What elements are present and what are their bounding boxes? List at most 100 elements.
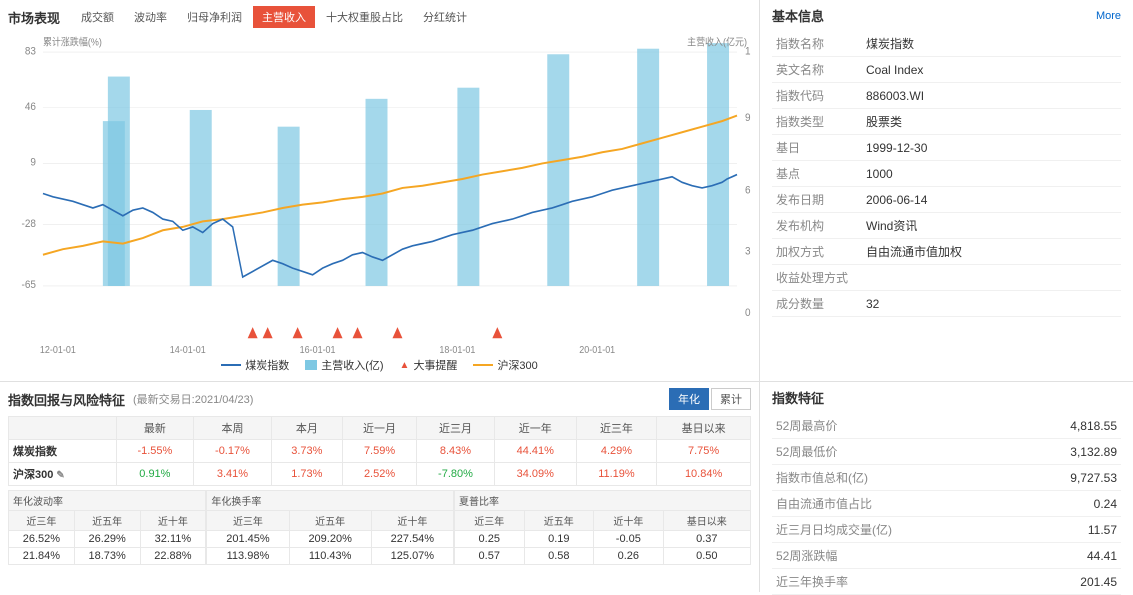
svg-text:12-01-01: 12-01-01 xyxy=(40,344,76,355)
more-link[interactable]: More xyxy=(1096,10,1121,22)
info-row-en: 英文名称 Coal Index xyxy=(772,57,1121,83)
hs300-1m: 2.52% xyxy=(342,463,416,486)
turnover-title: 年化换手率 xyxy=(207,491,454,511)
tab-fenhong[interactable]: 分红统计 xyxy=(414,6,476,28)
sharpe-coal-5y: 0.19 xyxy=(524,531,594,548)
svg-text:0: 0 xyxy=(745,307,751,320)
turn-coal-10y: 227.54% xyxy=(371,531,453,548)
sharpe-hs300-10y: 0.26 xyxy=(594,548,664,565)
hs300-since: 10.84% xyxy=(657,463,751,486)
turn-coal-5y: 209.20% xyxy=(289,531,371,548)
info-value-weight: 自由流通市值加权 xyxy=(862,239,1121,265)
sharpe-coal-10y: -0.05 xyxy=(594,531,664,548)
chart-svg: 83 46 9 -28 -65 12k 9k 6k 3k 0 xyxy=(8,32,751,355)
turn-th-5y: 近五年 xyxy=(289,511,371,531)
svg-text:83: 83 xyxy=(25,45,36,58)
tab-shida[interactable]: 十大权重股占比 xyxy=(317,6,412,28)
market-panel: 市场表现 成交额 波动率 归母净利润 主营收入 十大权重股占比 分红统计 83 … xyxy=(0,0,760,381)
market-header: 市场表现 成交额 波动率 归母净利润 主营收入 十大权重股占比 分红统计 xyxy=(8,6,751,28)
coal-latest: -1.55% xyxy=(116,440,194,463)
features-panel: 指数特征 52周最高价 4,818.55 52周最低价 3,132.89 指数市… xyxy=(760,382,1133,592)
info-row-publisher: 发布机构 Wind资讯 xyxy=(772,213,1121,239)
info-row-name: 指数名称 煤炭指数 xyxy=(772,31,1121,57)
returns-header-row: 最新 本周 本月 近一月 近三月 近一年 近三年 基日以来 xyxy=(9,417,751,440)
feat-row-low: 52周最低价 3,132.89 xyxy=(772,439,1121,465)
toggle-cumulative[interactable]: 累计 xyxy=(711,388,751,410)
th-1y: 近一年 xyxy=(494,417,576,440)
volatility-table: 年化波动率 近三年 近五年 近十年 26.52% 26.29% 32.11% xyxy=(8,490,206,565)
coal-since: 7.75% xyxy=(657,440,751,463)
legend-coal-line xyxy=(221,364,241,366)
feat-value-mktcap: 9,727.53 xyxy=(912,465,1121,491)
feat-label-low: 52周最低价 xyxy=(772,439,912,465)
info-value-pubdate: 2006-06-14 xyxy=(862,187,1121,213)
info-value-basedate: 1999-12-30 xyxy=(862,135,1121,161)
chart-area: 83 46 9 -28 -65 12k 9k 6k 3k 0 xyxy=(8,32,751,355)
tab-bodonglv[interactable]: 波动率 xyxy=(125,6,176,28)
features-table: 52周最高价 4,818.55 52周最低价 3,132.89 指数市值总和(亿… xyxy=(772,413,1121,595)
th-since: 基日以来 xyxy=(657,417,751,440)
coal-1m: 7.59% xyxy=(342,440,416,463)
volatility-title: 年化波动率 xyxy=(9,491,206,511)
feat-row-free: 自由流通市值占比 0.24 xyxy=(772,491,1121,517)
info-label-return: 收益处理方式 xyxy=(772,265,862,291)
vol-th-3y: 近三年 xyxy=(9,511,75,531)
feat-value-low: 3,132.89 xyxy=(912,439,1121,465)
hs300-latest: 0.91% xyxy=(116,463,194,486)
feat-value-vol3m: 11.57 xyxy=(912,517,1121,543)
info-row-code: 指数代码 886003.WI xyxy=(772,83,1121,109)
info-label-code: 指数代码 xyxy=(772,83,862,109)
svg-text:3k: 3k xyxy=(745,245,751,258)
info-label-en: 英文名称 xyxy=(772,57,862,83)
hs300-label: 沪深300 ✎ xyxy=(9,463,117,486)
hs300-3m: -7.80% xyxy=(417,463,495,486)
returns-row-coal: 煤炭指数 -1.55% -0.17% 3.73% 7.59% 8.43% 44.… xyxy=(9,440,751,463)
th-index xyxy=(9,417,117,440)
info-title: 基本信息 xyxy=(772,6,824,25)
feat-label-high: 52周最高价 xyxy=(772,413,912,439)
info-value-en: Coal Index xyxy=(862,57,1121,83)
svg-text:9k: 9k xyxy=(745,112,751,125)
sharpe-hs300-since: 0.50 xyxy=(663,548,750,565)
info-row-type: 指数类型 股票类 xyxy=(772,109,1121,135)
legend-coal: 煤炭指数 xyxy=(221,357,289,373)
tab-zhuyingshouru[interactable]: 主营收入 xyxy=(253,6,315,28)
sharpe-th-3y: 近三年 xyxy=(455,511,525,531)
toggle-annualized[interactable]: 年化 xyxy=(669,388,709,410)
info-panel: 基本信息 More 指数名称 煤炭指数 英文名称 Coal Index 指数代码… xyxy=(760,0,1133,381)
feat-label-turn3y: 近三年换手率 xyxy=(772,569,912,595)
edit-icon[interactable]: ✎ xyxy=(56,470,64,481)
bottom-row: 指数回报与风险特征 (最新交易日:2021/04/23) 年化 累计 最新 本周… xyxy=(0,382,1133,592)
sharpe-coal-since: 0.37 xyxy=(663,531,750,548)
hs300-1y: 34.09% xyxy=(494,463,576,486)
sharpe-title: 夏普比率 xyxy=(455,491,751,511)
svg-text:-28: -28 xyxy=(22,217,37,230)
coal-month: 3.73% xyxy=(271,440,342,463)
feat-value-free: 0.24 xyxy=(912,491,1121,517)
svg-text:46: 46 xyxy=(25,100,36,113)
coal-3y: 4.29% xyxy=(576,440,656,463)
sharpe-row-hs300: 0.57 0.58 0.26 0.50 xyxy=(455,548,751,565)
legend-revenue-label: 主营收入(亿) xyxy=(321,357,383,373)
feat-row-vol3m: 近三月日均成交量(亿) 11.57 xyxy=(772,517,1121,543)
sharpe-th-since: 基日以来 xyxy=(663,511,750,531)
coal-label: 煤炭指数 xyxy=(9,440,117,463)
sharpe-table: 夏普比率 近三年 近五年 近十年 基日以来 0.25 0.19 xyxy=(454,490,751,565)
legend-coal-label: 煤炭指数 xyxy=(245,357,289,373)
info-label-basepoint: 基点 xyxy=(772,161,862,187)
sharpe-hs300-5y: 0.58 xyxy=(524,548,594,565)
info-header: 基本信息 More xyxy=(772,6,1121,25)
legend-hs300-label: 沪深300 xyxy=(497,357,537,373)
th-latest: 最新 xyxy=(116,417,194,440)
feat-row-mktcap: 指数市值总和(亿) 9,727.53 xyxy=(772,465,1121,491)
turnover-table: 年化换手率 近三年 近五年 近十年 201.45% 209.20% 227.54… xyxy=(206,490,454,565)
info-row-return: 收益处理方式 xyxy=(772,265,1121,291)
info-value-publisher: Wind资讯 xyxy=(862,213,1121,239)
sharpe-hs300-3y: 0.57 xyxy=(455,548,525,565)
sub-section: 年化波动率 近三年 近五年 近十年 26.52% 26.29% 32.11% xyxy=(8,490,751,565)
info-label-count: 成分数量 xyxy=(772,291,862,317)
tab-chengjiaoe[interactable]: 成交额 xyxy=(72,6,123,28)
returns-header: 指数回报与风险特征 (最新交易日:2021/04/23) 年化 累计 xyxy=(8,388,751,410)
tab-guimu[interactable]: 归母净利润 xyxy=(178,6,251,28)
main-container: 市场表现 成交额 波动率 归母净利润 主营收入 十大权重股占比 分红统计 83 … xyxy=(0,0,1133,592)
